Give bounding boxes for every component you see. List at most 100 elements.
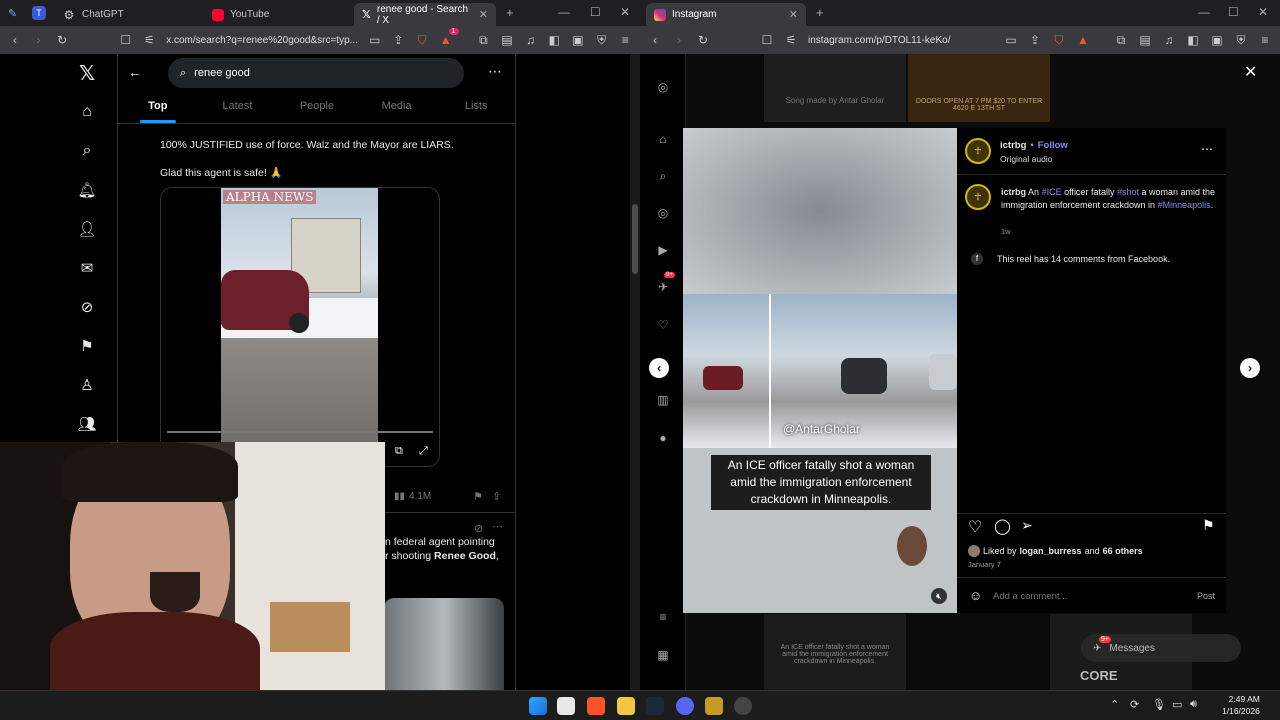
liked-user[interactable]: logan_burress: [1020, 546, 1082, 556]
tab-media[interactable]: Media: [357, 94, 437, 123]
tab-top[interactable]: Top: [118, 94, 198, 123]
brave-taskbar-icon[interactable]: [587, 697, 605, 715]
volume-icon[interactable]: 🔊︎: [1190, 698, 1197, 711]
hashtag-shot[interactable]: #shot: [1117, 187, 1139, 197]
microphone-icon[interactable]: 🎙︎: [1152, 698, 1166, 711]
app-icon[interactable]: [705, 697, 723, 715]
reel-video[interactable]: @AntarGholar An ICE officer fatally shot…: [683, 128, 957, 613]
cast-icon[interactable]: ▭: [1004, 33, 1018, 47]
minimize-icon[interactable]: —: [1198, 5, 1210, 19]
notifications-heart-icon[interactable]: ♡: [654, 316, 672, 334]
tab-lists[interactable]: Lists: [436, 94, 516, 123]
prev-post-button[interactable]: ‹: [649, 358, 669, 378]
caption-username[interactable]: ictrbg: [1001, 187, 1026, 197]
more-icon[interactable]: ⋯: [488, 63, 502, 80]
tab-x-search[interactable]: 𝕏 renee good - Search / X ✕: [354, 3, 496, 26]
music-icon[interactable]: ♫: [1162, 33, 1176, 47]
share-icon[interactable]: ⇪: [1028, 33, 1042, 47]
hashtag-ice[interactable]: #ICE: [1042, 187, 1062, 197]
maximize-icon[interactable]: ☐: [590, 5, 601, 19]
sidebar-toggle-icon[interactable]: ✎: [8, 7, 17, 20]
tweet-more-icon[interactable]: ⋯: [492, 520, 503, 533]
sidebar-icon[interactable]: ◧: [1186, 33, 1200, 47]
follow-button[interactable]: Follow: [1038, 140, 1068, 151]
site-settings-icon[interactable]: ⚟: [143, 33, 157, 47]
explore-icon[interactable]: ◎: [654, 204, 672, 222]
bookmark-icon[interactable]: ☐: [760, 33, 774, 47]
search-icon[interactable]: ⌕: [654, 167, 672, 185]
more-menu-icon[interactable]: ≡: [654, 608, 672, 626]
notepad-icon[interactable]: [557, 697, 575, 715]
site-settings-icon[interactable]: ⚟: [784, 33, 798, 47]
author-avatar[interactable]: ☥: [965, 138, 991, 164]
url-text[interactable]: x.com/search?q=renee%20good&src=typ...: [166, 35, 358, 46]
fullscreen-icon[interactable]: ⤢: [419, 445, 428, 458]
wifi-icon[interactable]: ▭: [1172, 698, 1182, 711]
reader-icon[interactable]: ▤: [500, 33, 514, 47]
bookmark-icon[interactable]: ☐: [119, 33, 133, 47]
obs-icon[interactable]: [734, 697, 752, 715]
tray-overflow-icon[interactable]: ⌃: [1110, 698, 1119, 711]
video-progress-bar[interactable]: [167, 431, 433, 433]
tray-app-icon[interactable]: ⟳: [1130, 698, 1139, 711]
communities-icon[interactable]: 👥︎: [76, 413, 98, 435]
sidebar-icon[interactable]: ◧: [547, 33, 561, 47]
forward-icon[interactable]: ›: [672, 33, 686, 47]
close-tab-icon[interactable]: ✕: [479, 8, 488, 21]
dashboard-icon[interactable]: ▥: [654, 391, 672, 409]
profile-icon[interactable]: ●: [654, 429, 672, 447]
new-tab-icon[interactable]: +: [506, 5, 514, 20]
tweet-video[interactable]: ALPHA NEWS ⧉ ⤢: [160, 187, 440, 467]
views-count[interactable]: ▮▮ 4.1M: [394, 491, 431, 502]
x-home-logo-icon[interactable]: 𝕏: [76, 62, 98, 85]
file-explorer-icon[interactable]: [617, 697, 635, 715]
discord-icon[interactable]: [676, 697, 694, 715]
back-arrow-icon[interactable]: ←: [128, 64, 142, 80]
scroll-thumb[interactable]: [632, 204, 638, 274]
bookmarks-icon[interactable]: ⚑: [76, 335, 98, 357]
tweet2-media[interactable]: [384, 598, 504, 690]
next-post-button[interactable]: ›: [1240, 358, 1260, 378]
clock[interactable]: 2:49 AM 1/16/2026: [1222, 693, 1260, 717]
home-icon[interactable]: ⌂: [76, 101, 98, 123]
wallet-icon[interactable]: ▣: [571, 33, 585, 47]
close-tab-icon[interactable]: ✕: [789, 8, 798, 21]
extensions-icon[interactable]: ⧉: [477, 33, 491, 47]
brave-shield-icon[interactable]: ⛉: [1052, 33, 1066, 47]
hashtag-minneapolis[interactable]: #Minneapolis: [1158, 200, 1211, 210]
messages-button[interactable]: ✈ 9+ Messages: [1081, 634, 1241, 662]
notifications-icon[interactable]: 🔔︎: [76, 179, 98, 201]
vpn-icon[interactable]: ⛨: [595, 33, 609, 47]
grok-icon[interactable]: ⊘: [76, 296, 98, 318]
menu-icon[interactable]: ≡: [1258, 33, 1272, 47]
start-icon[interactable]: [529, 697, 547, 715]
extensions-icon[interactable]: ⧉: [1114, 33, 1128, 47]
minimize-icon[interactable]: —: [558, 5, 570, 19]
tab-group-icon[interactable]: T: [32, 6, 46, 20]
messenger-icon[interactable]: ✈ 9+: [654, 272, 675, 296]
instagram-logo-icon[interactable]: ◎: [654, 78, 672, 96]
share-tweet-icon[interactable]: ⇪: [492, 490, 501, 503]
tab-people[interactable]: People: [277, 94, 357, 123]
mute-icon[interactable]: 🔇︎: [931, 588, 947, 604]
wallet-icon[interactable]: ▣: [1210, 33, 1224, 47]
share-post-icon[interactable]: ➢: [1021, 517, 1033, 534]
back-icon[interactable]: ‹: [8, 33, 22, 47]
forward-icon[interactable]: ›: [32, 33, 46, 47]
back-icon[interactable]: ‹: [648, 33, 662, 47]
home-icon[interactable]: ⌂: [654, 130, 672, 148]
comment-icon[interactable]: ◯: [994, 517, 1011, 535]
tab-youtube[interactable]: YouTube: [204, 3, 352, 26]
save-post-icon[interactable]: ⚑: [1202, 517, 1215, 534]
music-icon[interactable]: ♫: [524, 33, 538, 47]
grok-small-icon[interactable]: ⊘: [474, 522, 483, 535]
tab-instagram[interactable]: Instagram ✕: [646, 3, 806, 26]
brave-shield-icon[interactable]: ⛉: [415, 33, 429, 47]
search-input[interactable]: ⌕ renee good: [168, 58, 464, 88]
caption-avatar[interactable]: ☥: [965, 184, 991, 210]
left-scrollbar[interactable]: [630, 54, 640, 690]
pip-icon[interactable]: ⧉: [395, 445, 403, 458]
reader-icon[interactable]: ▤: [1138, 33, 1152, 47]
follow-icon[interactable]: 👤︎: [76, 218, 98, 240]
steam-icon[interactable]: [646, 697, 664, 715]
